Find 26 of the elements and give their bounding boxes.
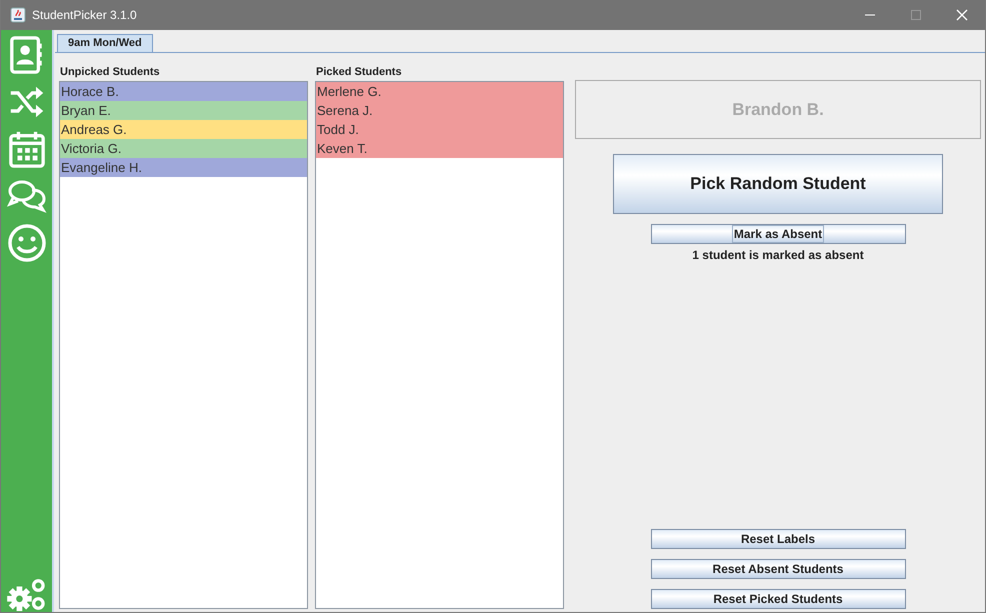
reset-button[interactable]: Reset Absent Students (650, 559, 906, 579)
reset-button[interactable]: Reset Labels (650, 529, 906, 549)
reset-button[interactable]: Reset Picked Students (650, 589, 906, 609)
list-heading: Picked Students (316, 66, 403, 80)
absent-status: 1 student is marked as absent (692, 248, 864, 262)
maximize-icon[interactable] (910, 9, 922, 21)
student-item[interactable]: Victoria G. (60, 139, 307, 158)
student-item[interactable]: Keven T. (316, 139, 563, 158)
student-item[interactable]: Merlene G. (316, 82, 563, 101)
mark-absent-button[interactable]: Mark as Absent (650, 224, 906, 244)
calendar-icon[interactable] (8, 129, 46, 169)
list-heading: Unpicked Students (60, 66, 161, 80)
chat-bubbles-icon[interactable] (6, 178, 48, 214)
pick-random-button[interactable]: Pick Random Student (613, 154, 943, 214)
student-item[interactable]: Evangeline H. (60, 158, 307, 177)
student-item[interactable]: Serena J. (316, 101, 563, 120)
window-title: StudentPicker 3.1.0 (32, 8, 137, 22)
student-item[interactable]: Todd J. (316, 120, 563, 139)
class-tab[interactable]: 9am Mon/Wed (57, 34, 153, 52)
smiley-icon[interactable] (6, 223, 46, 263)
app-icon (10, 7, 26, 23)
student-item[interactable]: Andreas G. (60, 120, 307, 139)
student-item[interactable]: Horace B. (60, 82, 307, 101)
student-name: Brandon B. (732, 100, 824, 120)
student-item[interactable]: Bryan E. (60, 101, 307, 120)
close-icon[interactable] (956, 9, 968, 21)
